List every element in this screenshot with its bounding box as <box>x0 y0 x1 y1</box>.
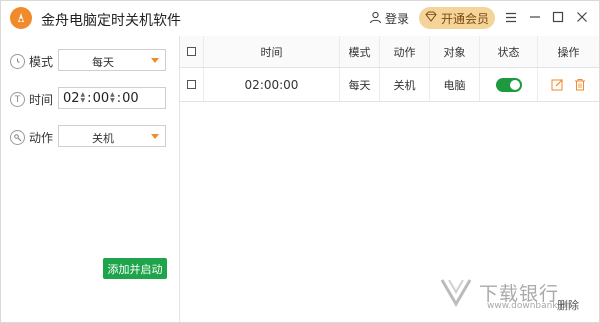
delete-button[interactable]: 删除 <box>557 297 579 313</box>
row-action: 关机 <box>380 68 430 101</box>
diamond-icon <box>425 11 437 25</box>
header-cell-select <box>180 36 204 67</box>
select-all-checkbox[interactable] <box>187 47 196 56</box>
header-cell-status: 状态 <box>480 36 538 67</box>
mode-value: 每天 <box>92 56 114 69</box>
action-field-label: 动作 <box>10 129 53 146</box>
app-logo-icon <box>10 7 32 29</box>
hour-stepper[interactable]: ▲ ▼ <box>81 92 86 104</box>
watermark-logo-icon <box>440 279 472 307</box>
header-cell-mode: 模式 <box>340 36 380 67</box>
vip-label: 开通会员 <box>440 11 489 26</box>
action-value: 关机 <box>92 132 114 145</box>
header-cell-time: 时间 <box>204 36 340 67</box>
header-cell-action: 动作 <box>380 36 430 67</box>
login-button[interactable]: 登录 <box>369 10 409 27</box>
minute-field[interactable]: 00 <box>93 91 110 106</box>
time-separator: : <box>116 90 122 106</box>
title-bar: 金舟电脑定时关机软件 登录 开通会员 <box>1 1 599 36</box>
action-select[interactable]: 关机 <box>58 125 166 147</box>
mode-label: 模式 <box>29 55 54 69</box>
add-and-start-button[interactable]: 添加并启动 <box>103 258 167 279</box>
minimize-icon <box>530 16 540 18</box>
menu-icon <box>506 12 516 22</box>
close-button[interactable] <box>575 10 589 24</box>
time-label: 时间 <box>29 93 54 107</box>
row-status <box>480 68 538 101</box>
settings-panel: 模式 每天 T 时间 02 ▲ ▼ : 00 ▲ ▼ : 00 动作 关机 <box>1 36 180 322</box>
app-window: 金舟电脑定时关机软件 登录 开通会员 模式 每天 T 时间 02 ▲ ▼: 0… <box>0 0 600 323</box>
time-field-label: T 时间 <box>10 91 53 108</box>
mode-field-label: 模式 <box>10 53 53 70</box>
header-cell-target: 对象 <box>430 36 480 67</box>
row-target: 电脑 <box>430 68 480 101</box>
minute-stepper[interactable]: ▲ ▼ <box>110 92 115 104</box>
clock-icon <box>10 54 25 69</box>
maximize-button[interactable] <box>551 10 565 24</box>
second-field[interactable]: 00 <box>122 91 139 106</box>
row-select-cell <box>180 68 204 101</box>
task-table: 时间 模式 动作 对象 状态 操作 02:00:00 每天 关机 电脑 <box>180 36 599 102</box>
action-label: 动作 <box>29 131 54 145</box>
timer-icon: T <box>10 92 25 107</box>
chevron-down-icon <box>151 58 159 63</box>
row-time: 02:00:00 <box>204 68 340 101</box>
table-row: 02:00:00 每天 关机 电脑 <box>180 68 599 102</box>
header-cell-operation: 操作 <box>557 45 580 59</box>
table-header: 时间 模式 动作 对象 状态 操作 <box>180 36 599 68</box>
login-label: 登录 <box>385 12 410 26</box>
row-operations <box>538 68 599 101</box>
time-separator: : <box>87 90 92 106</box>
row-mode: 每天 <box>340 68 380 101</box>
status-toggle[interactable] <box>495 77 522 92</box>
menu-button[interactable] <box>504 10 518 24</box>
trash-icon[interactable] <box>574 78 586 91</box>
vip-button[interactable]: 开通会员 <box>419 7 495 29</box>
user-icon <box>369 11 382 27</box>
wrench-icon <box>10 130 25 145</box>
row-checkbox[interactable] <box>187 80 196 89</box>
close-icon <box>577 12 587 22</box>
edit-icon[interactable] <box>551 78 564 91</box>
time-input[interactable]: 02 ▲ ▼ : 00 ▲ ▼ : 00 <box>58 87 166 109</box>
hour-field[interactable]: 02 <box>63 91 80 106</box>
minimize-button[interactable] <box>528 10 542 24</box>
mode-select[interactable]: 每天 <box>58 49 166 71</box>
app-title: 金舟电脑定时关机软件 <box>41 13 181 29</box>
maximize-icon <box>552 11 564 23</box>
chevron-down-icon <box>151 134 159 139</box>
